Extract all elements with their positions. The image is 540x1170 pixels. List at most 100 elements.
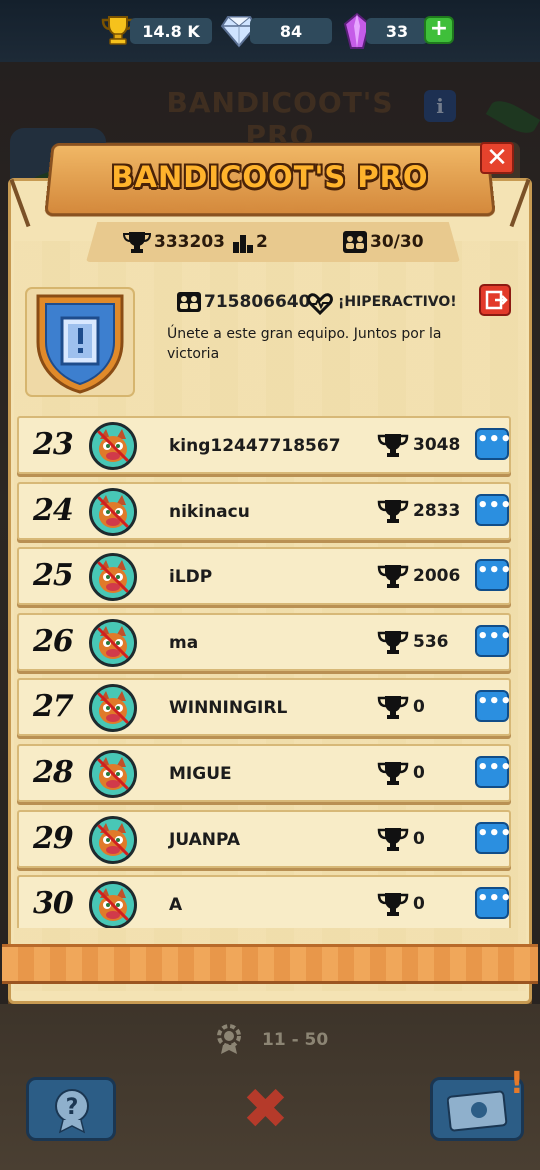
ticket-icon <box>447 1090 508 1132</box>
more-options-icon: ••• <box>477 494 512 516</box>
podium-icon <box>233 235 253 253</box>
more-options-button[interactable]: ••• <box>475 887 512 920</box>
trophy-count: 14.8 K <box>130 18 212 44</box>
more-options-icon: ••• <box>477 888 512 910</box>
member-row[interactable]: 23 king12447718567 3048 ••• <box>17 416 512 474</box>
close-icon: ✕ <box>486 143 508 173</box>
crash-avatar-icon <box>92 490 134 533</box>
member-row[interactable]: 28 MIGUE 0 ••• <box>17 744 512 802</box>
member-name: nikinacu <box>169 501 250 522</box>
member-name: A <box>169 895 183 916</box>
heart-icon <box>307 293 333 315</box>
member-row[interactable]: 25 iLDP 2006 ••• <box>17 547 512 606</box>
crystal-count: 33 <box>366 18 428 44</box>
leave-team-button[interactable] <box>479 284 511 316</box>
gem-count: 84 <box>250 18 332 44</box>
member-list[interactable]: 23 king12447718567 3048 ••• 24 nikinacu … <box>17 412 523 928</box>
help-button[interactable]: ? <box>26 1077 116 1141</box>
member-name: WINNINGIRL <box>169 698 288 719</box>
member-trophies: 0 <box>413 763 425 783</box>
trophy-icon <box>377 565 409 589</box>
member-rank: 30 <box>33 886 74 922</box>
member-trophies: 0 <box>413 894 425 915</box>
team-members-count: 30/30 <box>370 232 424 252</box>
trophy-icon <box>377 499 409 523</box>
close-icon[interactable]: ✖ <box>242 1082 289 1138</box>
member-rank: 28 <box>33 755 74 790</box>
avatar[interactable] <box>89 684 137 733</box>
team-description: Únete a este gran equipo. Juntos por la … <box>167 326 442 362</box>
svg-text:?: ? <box>66 1095 79 1120</box>
more-options-button[interactable]: ••• <box>475 493 512 526</box>
crash-avatar-icon <box>92 884 134 927</box>
more-options-icon: ••• <box>477 560 512 582</box>
members-icon <box>343 231 367 253</box>
member-trophies: 3048 <box>413 435 461 455</box>
avatar[interactable] <box>89 618 137 667</box>
leave-team-icon <box>485 290 508 310</box>
avatar[interactable] <box>89 422 137 470</box>
member-trophies: 0 <box>413 828 425 849</box>
member-trophies: 536 <box>413 631 449 652</box>
notification-alert-icon: ! <box>510 1066 524 1101</box>
member-row[interactable]: 29 JUANPA 0 ••• <box>17 809 512 868</box>
member-rank: 24 <box>33 492 74 528</box>
member-name: ma <box>169 632 199 653</box>
avatar[interactable] <box>89 881 137 928</box>
member-trophies: 2006 <box>413 566 461 587</box>
team-tag: 715806640 <box>204 292 311 312</box>
crash-avatar-icon <box>92 753 134 795</box>
plus-icon: + <box>429 16 449 41</box>
team-rank: 2 <box>256 232 268 252</box>
trophy-icon <box>122 232 152 253</box>
member-rank: 29 <box>33 820 74 856</box>
members-icon <box>177 292 201 312</box>
add-crystals-button[interactable]: + <box>424 16 454 44</box>
more-options-icon: ••• <box>477 757 512 778</box>
trophy-icon <box>377 434 409 457</box>
member-rank: 23 <box>33 427 74 462</box>
currency-bar: 14.8 K 84 33 + <box>0 0 540 62</box>
team-activity-status: ¡HIPERACTIVO! <box>338 294 457 310</box>
crash-avatar-icon <box>92 556 134 599</box>
more-options-icon: ••• <box>477 625 512 647</box>
avatar[interactable] <box>89 750 137 798</box>
member-rank: 26 <box>33 623 74 659</box>
avatar[interactable] <box>89 815 137 864</box>
more-options-button[interactable]: ••• <box>475 690 512 723</box>
crash-avatar-icon <box>92 621 134 664</box>
avatar[interactable] <box>89 553 137 602</box>
member-name: king12447718567 <box>169 436 341 456</box>
trophy-icon <box>377 762 409 785</box>
crash-avatar-icon <box>92 425 134 467</box>
member-rank: 27 <box>33 689 74 725</box>
member-name: iLDP <box>169 567 213 588</box>
member-row[interactable]: 24 nikinacu 2833 ••• <box>17 481 512 540</box>
member-trophies: 2833 <box>413 500 461 521</box>
trophy-icon <box>377 696 409 720</box>
team-title: BANDICOOT'S PRO <box>111 160 429 194</box>
more-options-button[interactable]: ••• <box>475 428 512 460</box>
help-icon: ? <box>55 1089 89 1134</box>
member-trophies: 0 <box>413 697 425 718</box>
member-name: JUANPA <box>169 829 241 850</box>
member-row[interactable]: 26 ma 536 ••• <box>17 612 512 671</box>
team-badge <box>25 287 135 397</box>
team-total-trophies: 333203 <box>154 232 225 252</box>
more-options-button[interactable]: ••• <box>475 624 512 657</box>
crash-avatar-icon <box>92 687 134 730</box>
trophy-icon <box>377 827 409 851</box>
close-button[interactable]: ✕ <box>480 142 514 174</box>
more-options-button[interactable]: ••• <box>475 756 512 788</box>
more-options-icon: ••• <box>477 429 512 450</box>
member-row[interactable]: 30 A 0 ••• <box>17 875 512 928</box>
member-rank: 25 <box>33 558 74 594</box>
more-options-icon: ••• <box>477 691 512 713</box>
trophy-icon <box>377 630 409 654</box>
more-options-button[interactable]: ••• <box>475 559 512 592</box>
member-row[interactable]: 27 WINNINGIRL 0 ••• <box>17 678 512 737</box>
gear-icon <box>217 1024 241 1054</box>
avatar[interactable] <box>89 487 137 536</box>
more-options-button[interactable]: ••• <box>475 821 512 854</box>
trophy-icon <box>377 893 409 917</box>
